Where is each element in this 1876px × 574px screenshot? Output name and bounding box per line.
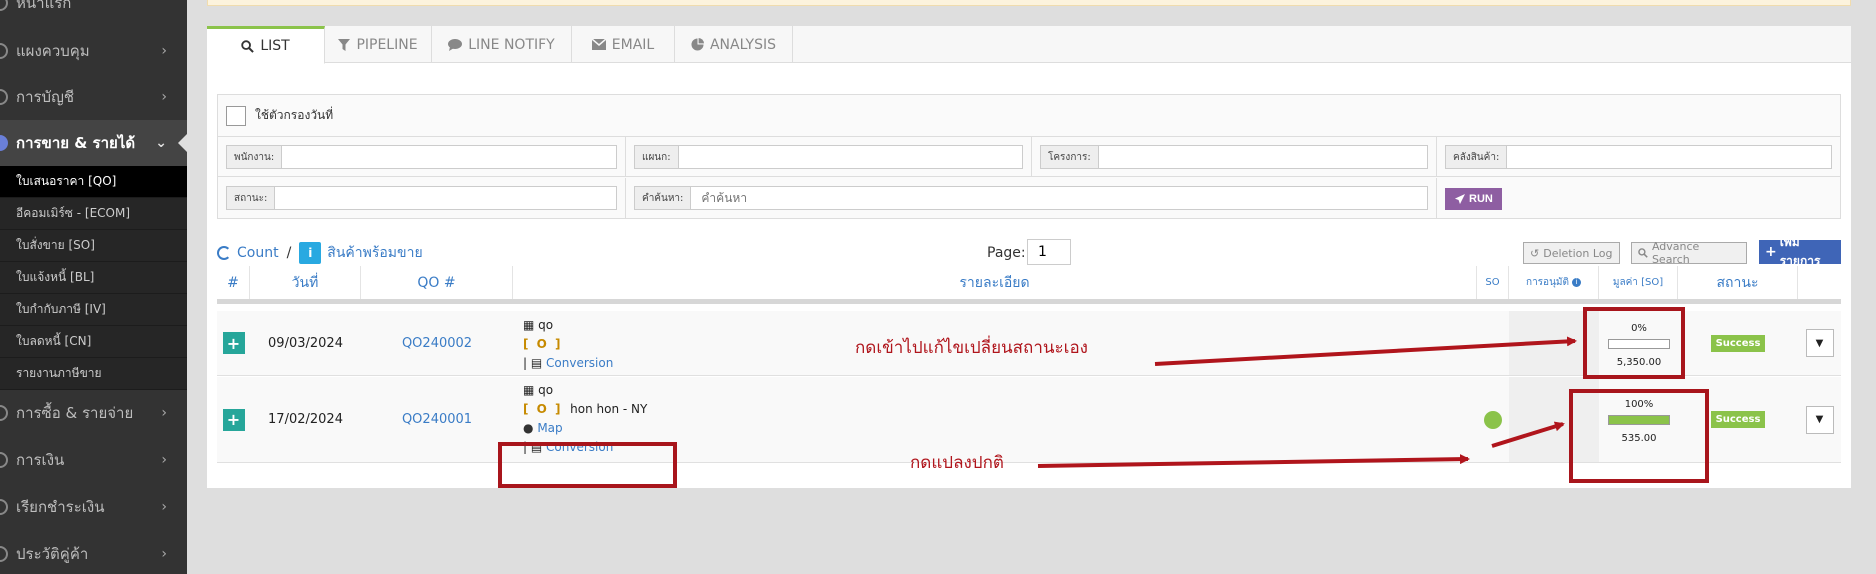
annotation-arrows <box>1037 336 1577 468</box>
arrow-edit-status <box>1154 336 1577 366</box>
arrow-convert <box>1037 454 1470 468</box>
arrow-convert-to-progress <box>1491 421 1565 448</box>
